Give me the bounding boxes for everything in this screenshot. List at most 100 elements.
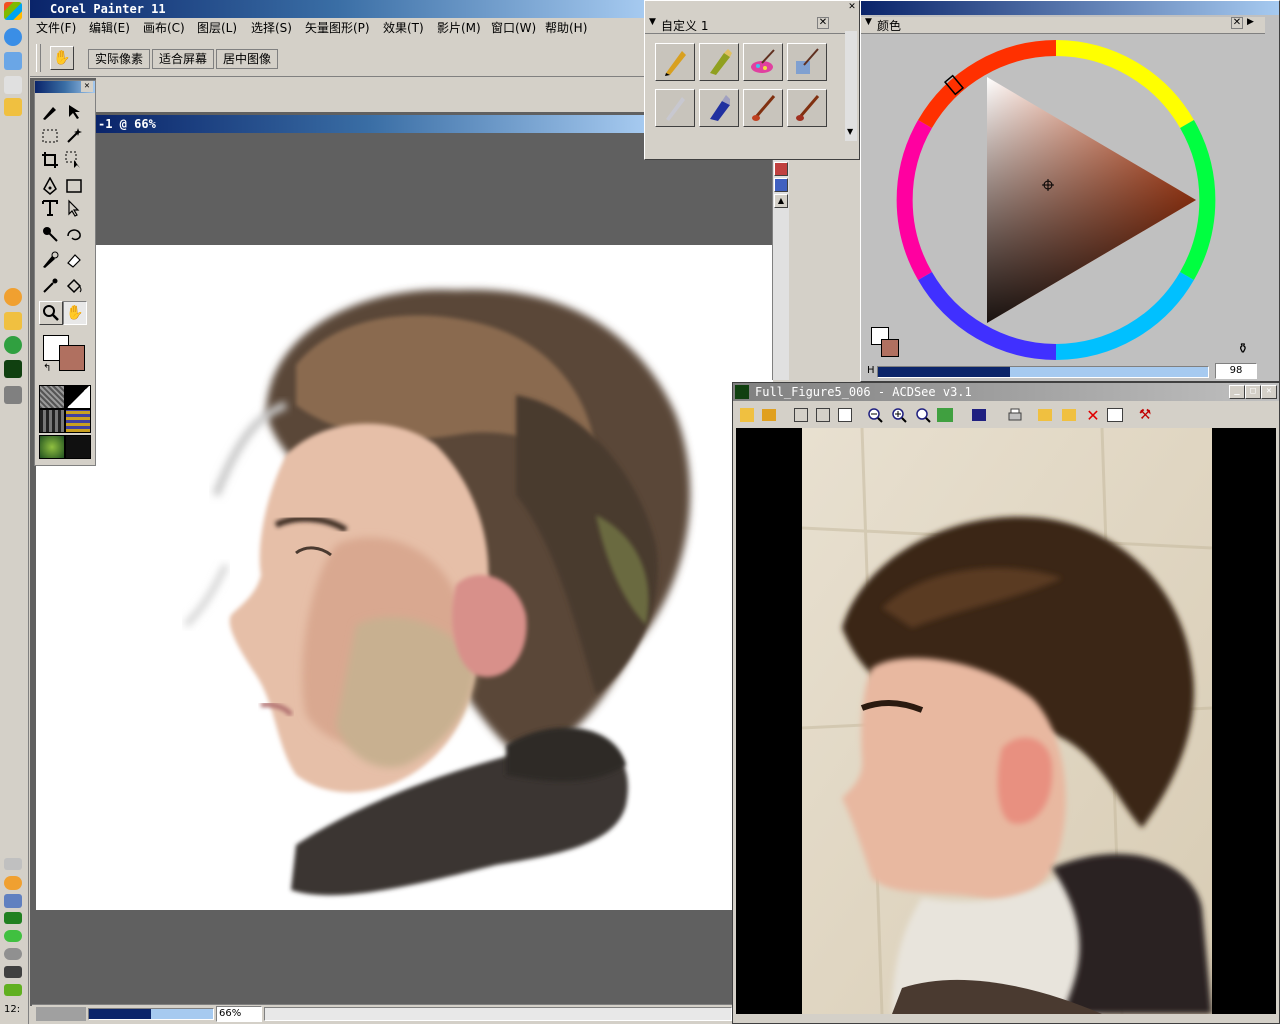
keyboard-icon[interactable] <box>4 858 22 870</box>
folder-icon[interactable] <box>4 98 22 116</box>
brush-pencil[interactable] <box>655 43 695 81</box>
custom-palette-close-button[interactable]: ✕ <box>847 2 857 14</box>
shape-selection-tool[interactable] <box>63 197 85 219</box>
actual-pixels-button[interactable]: 实际像素 <box>88 49 150 69</box>
qq-icon[interactable] <box>4 288 22 306</box>
swap-colors-icon[interactable]: ↰ <box>43 363 51 374</box>
brush-marker[interactable] <box>699 43 739 81</box>
menu-shapes[interactable]: 矢量图形(P) <box>305 19 370 37</box>
paper-selector[interactable] <box>39 385 65 409</box>
menu-canvas[interactable]: 画布(C) <box>143 19 185 37</box>
grabber-tool[interactable]: ✋ <box>63 301 87 325</box>
fit-screen-button[interactable]: 适合屏幕 <box>152 49 214 69</box>
canvas[interactable] <box>36 245 773 910</box>
dodge-tool[interactable] <box>39 223 61 245</box>
eraser-tool[interactable] <box>63 249 85 271</box>
acdsee-browse-button[interactable] <box>738 406 756 424</box>
collapse-arrow-icon[interactable]: ▼ <box>649 17 656 27</box>
acdsee-copy-button[interactable] <box>1036 406 1054 424</box>
center-image-button[interactable]: 居中图像 <box>216 49 278 69</box>
hue-slider[interactable] <box>877 366 1209 378</box>
cloner-tool[interactable] <box>39 249 61 271</box>
menu-select[interactable]: 选择(S) <box>251 19 292 37</box>
palette-icon-b[interactable] <box>774 178 788 192</box>
network-icon[interactable] <box>4 52 22 70</box>
rect-select-tool[interactable] <box>39 125 61 147</box>
palette-icon-a[interactable] <box>774 162 788 176</box>
color-wheel[interactable] <box>891 35 1221 365</box>
zoom-field[interactable]: 66% <box>216 1006 262 1022</box>
look-selector[interactable] <box>65 435 91 459</box>
menu-file[interactable]: 文件(F) <box>36 19 76 37</box>
zoom-slider[interactable] <box>88 1008 214 1020</box>
scroll-up-button[interactable]: ▲ <box>774 194 788 208</box>
acdsee-icon[interactable] <box>4 360 22 378</box>
tray-network-icon[interactable] <box>4 894 22 908</box>
menu-effects[interactable]: 效果(T) <box>383 19 424 37</box>
brush-acrylic[interactable] <box>787 89 827 127</box>
secondary-color-swatch[interactable] <box>59 345 85 371</box>
hand-tool-button[interactable]: ✋ <box>50 46 74 70</box>
brush-oil[interactable] <box>743 89 783 127</box>
acdsee-open-button[interactable] <box>760 406 778 424</box>
brush-mixer[interactable] <box>743 43 783 81</box>
rotate-page-tool[interactable] <box>63 223 85 245</box>
pattern-selector[interactable] <box>39 409 65 433</box>
acdsee-delete-button[interactable]: ✕ <box>1084 406 1102 425</box>
acdsee-move-button[interactable] <box>1060 406 1078 424</box>
pen-tool[interactable] <box>39 175 61 197</box>
gradient-selector[interactable] <box>65 385 91 409</box>
selection-adjuster-tool[interactable] <box>63 149 85 171</box>
magnifier-tool[interactable] <box>39 301 63 325</box>
canvas-vertical-scrollbar[interactable]: ▲ <box>772 160 789 380</box>
brush-tool[interactable] <box>39 101 61 123</box>
tray-monitor-icon[interactable] <box>4 912 22 924</box>
crop-tool[interactable] <box>39 149 61 171</box>
clone-color-icon[interactable]: ⚱ <box>1237 341 1249 357</box>
custom-palette-scrollbar[interactable]: ▼ <box>845 31 857 141</box>
weaving-selector[interactable] <box>65 409 91 433</box>
paint-bucket-tool[interactable] <box>63 275 85 297</box>
acdsee-prev-button[interactable] <box>792 406 810 424</box>
acdsee-zoom-button[interactable] <box>914 406 932 424</box>
tray-qq-icon[interactable] <box>4 876 22 890</box>
color-palette-close-icon[interactable]: ✕ <box>1231 17 1243 29</box>
reference-photo[interactable] <box>802 428 1212 1014</box>
hue-value-field[interactable]: 98 <box>1215 363 1257 379</box>
acdsee-view-button[interactable] <box>970 406 988 424</box>
acdsee-print-button[interactable] <box>1006 406 1024 424</box>
rectangle-tool[interactable] <box>63 175 85 197</box>
tray-nvidia-icon[interactable] <box>4 984 22 996</box>
nozzle-selector[interactable] <box>39 435 65 459</box>
acdsee-minimize-button[interactable]: _ <box>1229 385 1245 399</box>
acdsee-tools-button[interactable]: ⚒ <box>1136 406 1154 424</box>
refresh-icon[interactable] <box>4 336 22 354</box>
brush-ink[interactable] <box>699 89 739 127</box>
folder-open-icon[interactable] <box>4 312 22 330</box>
color-palette-menu-icon[interactable]: ▶ <box>1247 17 1254 27</box>
acdsee-zoom-out-button[interactable] <box>866 406 884 424</box>
custom-palette-close-icon[interactable]: ✕ <box>817 17 829 29</box>
painter-brush-icon[interactable] <box>4 76 22 94</box>
ie-icon[interactable] <box>4 28 22 46</box>
text-tool[interactable] <box>39 197 61 219</box>
toolbox-close-button[interactable]: ✕ <box>81 81 93 92</box>
tray-plus-icon[interactable] <box>4 930 22 942</box>
acdsee-maximize-button[interactable]: □ <box>1245 385 1261 399</box>
palette-secondary-color[interactable] <box>881 339 899 357</box>
magic-wand-tool[interactable] <box>63 125 85 147</box>
tray-display-icon[interactable] <box>4 966 22 978</box>
color-collapse-arrow-icon[interactable]: ▼ <box>865 17 872 27</box>
acdsee-close-button[interactable]: ✕ <box>1261 385 1277 399</box>
acdsee-fullscreen-button[interactable] <box>836 406 854 424</box>
menu-movie[interactable]: 影片(M) <box>437 19 481 37</box>
acdsee-next-button[interactable] <box>814 406 832 424</box>
acdsee-properties-button[interactable] <box>1106 406 1124 424</box>
windows-logo-icon[interactable] <box>4 2 22 20</box>
brush-water[interactable] <box>787 43 827 81</box>
menu-window[interactable]: 窗口(W) <box>491 19 536 37</box>
scroll-down-icon[interactable]: ▼ <box>847 127 853 136</box>
dropper-tool[interactable] <box>39 275 61 297</box>
acdsee-jpeg-button[interactable] <box>936 406 954 424</box>
acdsee-zoom-in-button[interactable] <box>890 406 908 424</box>
